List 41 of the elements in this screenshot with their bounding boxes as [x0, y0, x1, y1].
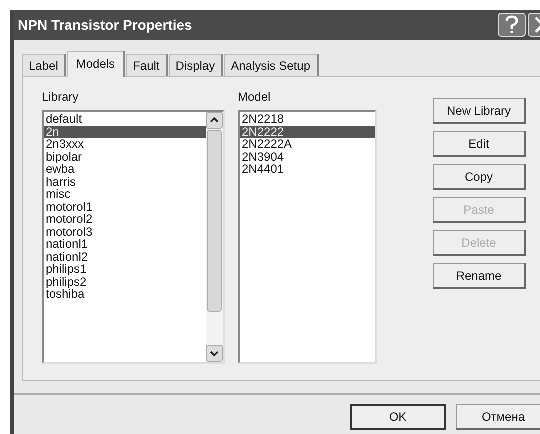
action-button[interactable]: New Library [433, 98, 526, 124]
list-item[interactable]: harris [44, 176, 206, 188]
model-list[interactable]: 2N2218 2N2222 2N2222A 2N3904 2N4401 [238, 110, 377, 364]
list-item[interactable]: motorol1 [44, 200, 206, 213]
tab[interactable]: Models [67, 51, 126, 77]
list-item[interactable]: 2n [44, 126, 206, 138]
list-item[interactable]: bipolar [44, 150, 206, 163]
list-item[interactable]: misc [44, 188, 206, 200]
scroll-up-icon[interactable] [206, 112, 223, 129]
library-list[interactable]: default 2n 2n3xxx bipolar ewba harris misc motorol1 motorol2 motorol3 nationl1 nationl2 philips1 philips2 toshiba [42, 110, 225, 364]
action-button[interactable]: Edit [433, 131, 526, 157]
library-label: Library [42, 90, 80, 104]
list-item[interactable]: philips1 [44, 263, 206, 276]
list-item[interactable]: ewba [44, 163, 206, 176]
list-item[interactable]: nationl2 [44, 250, 206, 263]
dialog-button[interactable]: OK [350, 404, 446, 430]
list-item[interactable]: 2N4401 [240, 163, 375, 176]
tab[interactable]: Analysis Setup [224, 54, 318, 76]
tab[interactable]: Fault [126, 54, 168, 76]
list-item[interactable]: motorol2 [44, 213, 206, 226]
dialog-button[interactable]: Отмена [456, 404, 540, 430]
model-label: Model [238, 90, 272, 104]
list-item[interactable]: default [44, 113, 206, 126]
list-item[interactable]: 2n3xxx [44, 138, 206, 150]
action-button[interactable]: Copy [433, 164, 526, 190]
list-item[interactable]: nationl1 [44, 238, 206, 250]
list-item[interactable]: 2N2222 [240, 126, 375, 138]
tab[interactable]: Display [168, 54, 224, 76]
scroll-thumb[interactable] [207, 130, 222, 312]
window-title: NPN Transistor Properties [18, 17, 192, 33]
list-item[interactable]: philips2 [44, 276, 206, 288]
list-item[interactable]: 2N3904 [240, 150, 375, 163]
scroll-down-icon[interactable] [206, 345, 223, 362]
action-button[interactable]: Rename [433, 263, 526, 289]
list-item[interactable]: motorol3 [44, 226, 206, 238]
scrollbar[interactable] [206, 112, 223, 362]
list-item[interactable]: 2N2218 [240, 113, 375, 126]
help-icon[interactable] [498, 13, 526, 37]
list-item[interactable]: 2N2222A [240, 138, 375, 150]
list-item[interactable]: toshiba [44, 288, 206, 300]
tab[interactable]: Label [22, 54, 66, 76]
